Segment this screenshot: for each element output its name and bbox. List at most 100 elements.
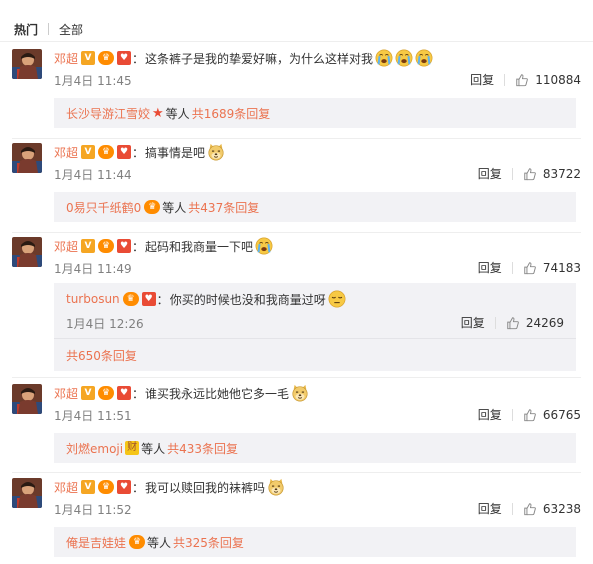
fan-badge-icon[interactable]: ♥ bbox=[117, 145, 132, 159]
comment-username[interactable]: 邓超 bbox=[54, 144, 78, 161]
reply-summary-count[interactable]: 共437条回复 bbox=[188, 199, 259, 216]
doge-emoji-icon bbox=[267, 478, 285, 496]
reply-button[interactable]: 回复 bbox=[470, 71, 494, 88]
sub-reply-divider bbox=[54, 338, 576, 339]
reply-button[interactable]: 回复 bbox=[478, 165, 502, 182]
reply-summary[interactable]: 俺是吉娃娃 ♛ 等人 共325条回复 bbox=[54, 527, 576, 557]
verified-badge-icon[interactable]: V bbox=[81, 386, 96, 400]
crying-emoji-icon bbox=[395, 49, 413, 67]
thumbs-up-icon[interactable] bbox=[506, 316, 520, 330]
tabs-divider bbox=[0, 41, 593, 42]
reply-summary-user[interactable]: 俺是吉娃娃 bbox=[66, 534, 126, 551]
sub-reply-text: 你买的时候也没和我商量过呀 bbox=[169, 292, 326, 307]
more-replies-link[interactable]: 共650条回复 bbox=[66, 347, 137, 364]
comment-separator: ： bbox=[132, 145, 145, 160]
comment-time: 1月4日 11:45 bbox=[54, 73, 132, 88]
vip-badge-icon: ♛ bbox=[129, 535, 146, 549]
comment-text: 谁买我永远比她他它多一毛 bbox=[145, 386, 290, 401]
comment-divider bbox=[12, 138, 581, 139]
doge-emoji-icon bbox=[207, 143, 225, 161]
tab-divider bbox=[48, 23, 50, 35]
like-count[interactable]: 110884 bbox=[535, 73, 581, 87]
thumbs-up-icon[interactable] bbox=[523, 502, 537, 516]
thumbs-up-icon[interactable] bbox=[523, 408, 537, 422]
like-count[interactable]: 74183 bbox=[543, 261, 581, 275]
crying-emoji-icon bbox=[415, 49, 433, 67]
avatar[interactable] bbox=[12, 384, 42, 414]
like-count[interactable]: 63238 bbox=[543, 502, 581, 516]
crying-emoji-icon bbox=[375, 49, 393, 67]
vip-badge-icon[interactable]: ♛ bbox=[98, 239, 115, 253]
thumbs-up-icon[interactable] bbox=[515, 73, 529, 87]
avatar[interactable] bbox=[12, 478, 42, 508]
comment-separator: ： bbox=[132, 239, 145, 254]
verified-badge-icon[interactable]: V bbox=[81, 51, 96, 65]
comment-time: 1月4日 11:44 bbox=[54, 167, 132, 182]
reply-button[interactable]: 回复 bbox=[478, 500, 502, 517]
reply-summary-suffix: 等人 bbox=[141, 441, 166, 456]
comment-divider bbox=[12, 377, 581, 378]
thumbs-up-icon[interactable] bbox=[523, 167, 537, 181]
comment-username[interactable]: 邓超 bbox=[54, 479, 78, 496]
star-badge-icon: ★ bbox=[152, 105, 164, 121]
avatar[interactable] bbox=[12, 237, 42, 267]
like-count[interactable]: 66765 bbox=[543, 408, 581, 422]
reply-button[interactable]: 回复 bbox=[478, 259, 502, 276]
comment-separator: ： bbox=[132, 480, 145, 495]
like-count[interactable]: 83722 bbox=[543, 167, 581, 181]
fan-badge-icon[interactable]: ♥ bbox=[117, 386, 132, 400]
vip-badge-icon[interactable]: ♛ bbox=[122, 292, 139, 306]
comment-tabs: 热门 全部 bbox=[14, 20, 83, 38]
like-count[interactable]: 24269 bbox=[526, 316, 564, 330]
comment-separator: ： bbox=[132, 51, 145, 66]
action-divider bbox=[504, 73, 506, 86]
vip-badge-icon[interactable]: ♛ bbox=[98, 480, 115, 494]
reply-summary-suffix: 等人 bbox=[165, 106, 190, 121]
reply-summary-count[interactable]: 共325条回复 bbox=[173, 534, 244, 551]
fan-badge-icon[interactable]: ♥ bbox=[117, 51, 132, 65]
reply-summary-count[interactable]: 共433条回复 bbox=[167, 440, 238, 457]
reply-summary-user[interactable]: 0易只千纸鹤0 bbox=[66, 199, 141, 216]
reply-summary-count[interactable]: 共1689条回复 bbox=[192, 105, 271, 122]
fan-badge-icon[interactable]: ♥ bbox=[141, 292, 156, 306]
tab-all[interactable]: 全部 bbox=[59, 21, 83, 38]
comment-username[interactable]: 邓超 bbox=[54, 238, 78, 255]
sub-reply-separator: ： bbox=[156, 292, 169, 307]
sub-reply-button[interactable]: 回复 bbox=[461, 314, 485, 331]
reply-summary[interactable]: 刘燃emoji 财 等人 共433条回复 bbox=[54, 433, 576, 463]
vip-badge-icon[interactable]: ♛ bbox=[98, 386, 115, 400]
avatar[interactable] bbox=[12, 49, 42, 79]
comment-time: 1月4日 11:52 bbox=[54, 502, 132, 517]
comment-username[interactable]: 邓超 bbox=[54, 50, 78, 67]
action-divider bbox=[511, 261, 513, 274]
action-divider bbox=[494, 316, 496, 329]
reply-summary[interactable]: 0易只千纸鹤0 ♛ 等人 共437条回复 bbox=[54, 192, 576, 222]
doge-emoji-icon bbox=[291, 384, 309, 402]
avatar[interactable] bbox=[12, 143, 42, 173]
action-divider bbox=[511, 408, 513, 421]
comment-divider bbox=[12, 232, 581, 233]
action-divider bbox=[511, 502, 513, 515]
reply-summary-suffix: 等人 bbox=[147, 535, 172, 550]
tab-hot[interactable]: 热门 bbox=[14, 21, 38, 38]
vip-badge-icon[interactable]: ♛ bbox=[98, 51, 115, 65]
reply-summary-suffix: 等人 bbox=[162, 200, 187, 215]
reply-button[interactable]: 回复 bbox=[478, 406, 502, 423]
verified-badge-icon[interactable]: V bbox=[81, 480, 96, 494]
fan-badge-icon[interactable]: ♥ bbox=[117, 480, 132, 494]
verified-badge-icon[interactable]: V bbox=[81, 239, 96, 253]
sub-reply-block: turbosun ♛ ♥ ： 你买的时候也没和我商量过呀 1月4日 12:26 … bbox=[54, 283, 576, 371]
verified-badge-icon[interactable]: V bbox=[81, 145, 96, 159]
sub-reply-time: 1月4日 12:26 bbox=[66, 316, 144, 331]
fan-badge-icon[interactable]: ♥ bbox=[117, 239, 132, 253]
reply-summary-user[interactable]: 长沙导游江雪姣 bbox=[66, 105, 150, 122]
comment-username[interactable]: 邓超 bbox=[54, 385, 78, 402]
reply-summary[interactable]: 长沙导游江雪姣 ★ 等人 共1689条回复 bbox=[54, 98, 576, 128]
comment-separator: ： bbox=[132, 386, 145, 401]
vip-badge-icon[interactable]: ♛ bbox=[98, 145, 115, 159]
reply-summary-user[interactable]: 刘燃emoji bbox=[66, 440, 123, 457]
cai-badge-icon: 财 bbox=[125, 441, 140, 455]
thumbs-up-icon[interactable] bbox=[523, 261, 537, 275]
comment-time: 1月4日 11:51 bbox=[54, 408, 132, 423]
sub-reply-username[interactable]: turbosun bbox=[66, 292, 120, 306]
